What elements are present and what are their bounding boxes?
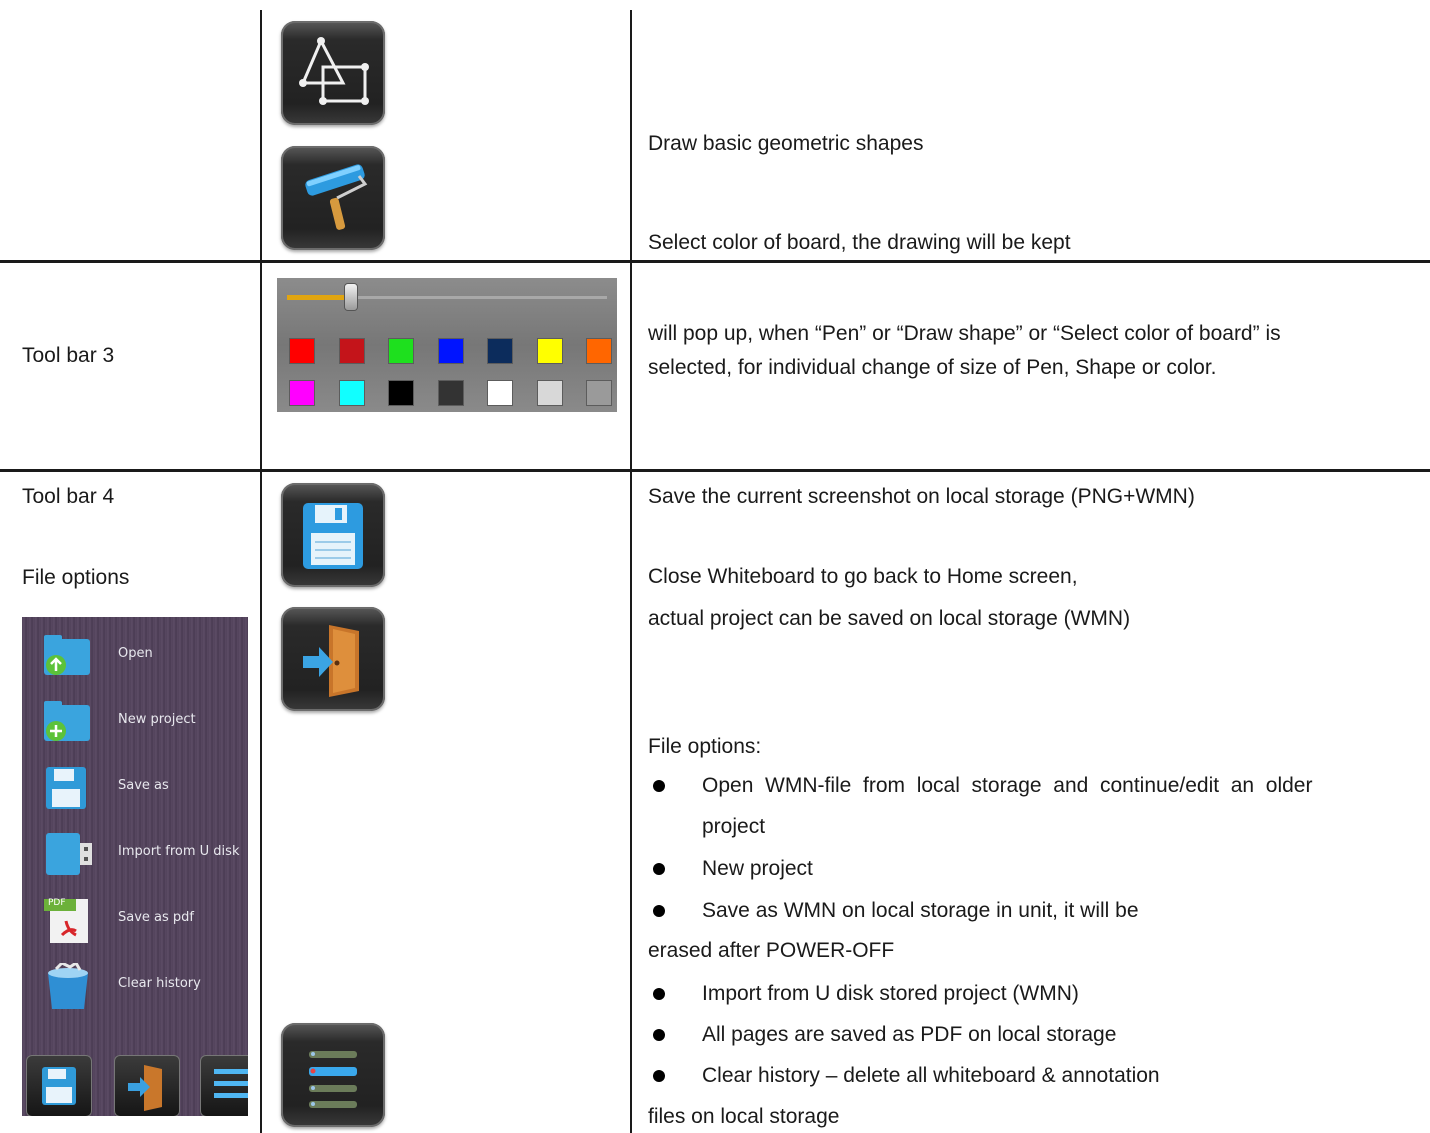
color-swatch[interactable] (437, 338, 464, 364)
bullet-save-as-line1: Save as WMN on local storage in unit, it… (702, 899, 1139, 922)
size-color-palette (277, 278, 617, 412)
color-swatch[interactable] (536, 380, 563, 406)
close-description-line1: Close Whiteboard to go back to Home scre… (648, 565, 1078, 588)
color-swatch[interactable] (586, 338, 612, 364)
color-swatch[interactable] (586, 380, 612, 406)
color-swatch[interactable] (437, 380, 464, 406)
mini-menu-button (200, 1055, 248, 1116)
color-swatch[interactable] (388, 380, 414, 406)
bullet (653, 780, 665, 792)
close-description-line2: actual project can be saved on local sto… (648, 607, 1131, 630)
save-icon[interactable] (281, 483, 385, 587)
file-options-heading: File options: (648, 735, 762, 758)
exit-door-icon[interactable] (281, 607, 385, 711)
pdf-badge: PDF (48, 898, 66, 908)
toolbar-3-description-line1: will pop up, when “Pen” or “Draw shape” … (648, 322, 1281, 345)
usb-drive-icon (46, 833, 92, 875)
size-slider-fill (287, 295, 345, 300)
file-menu-save-as-pdf[interactable]: PDF Save as pdf (42, 897, 242, 945)
file-menu-screenshot: Open New project Save as Import from U d… (22, 617, 248, 1116)
row-divider-2 (0, 469, 1430, 472)
color-swatch[interactable] (388, 338, 414, 364)
trash-bin-icon (48, 963, 88, 1009)
save-description: Save the current screenshot on local sto… (648, 485, 1195, 508)
color-swatch[interactable] (289, 380, 315, 406)
folder-open-icon (44, 635, 90, 675)
toolbar-4-label: Tool bar 4 (22, 485, 115, 508)
file-options-label: File options (22, 566, 130, 589)
bullet (653, 988, 665, 1000)
bullet (653, 863, 665, 875)
bullet (653, 905, 665, 917)
color-swatch[interactable] (487, 338, 513, 364)
floppy-disk-icon (46, 767, 86, 809)
folder-add-icon (44, 701, 90, 741)
board-color-description: Select color of board, the drawing will … (648, 231, 1071, 254)
file-menu-label: Import from U disk (118, 844, 240, 859)
file-menu-label: Open (118, 646, 153, 661)
mini-exit-button (114, 1055, 180, 1116)
row-divider-1 (0, 260, 1430, 263)
file-menu-new-project[interactable]: New project (42, 699, 242, 747)
bullet-save-as-line2: erased after POWER-OFF (648, 939, 895, 962)
toolbar-3-label: Tool bar 3 (22, 344, 115, 367)
bullet-new-project: New project (702, 857, 813, 880)
file-menu-label: Save as pdf (118, 910, 194, 925)
draw-shape-icon[interactable] (281, 21, 385, 125)
shapes-description: Draw basic geometric shapes (648, 132, 924, 155)
bullet-open-line1: Open WMN-file from local storage and con… (702, 774, 1313, 797)
bullet-clear-history-line1: Clear history – delete all whiteboard & … (702, 1064, 1160, 1087)
paint-roller-icon[interactable] (281, 146, 385, 250)
color-swatch[interactable] (487, 380, 513, 406)
file-menu-open[interactable]: Open (42, 633, 242, 681)
file-menu-label: Clear history (118, 976, 201, 991)
color-swatch[interactable] (338, 380, 365, 406)
color-swatch[interactable] (536, 338, 563, 364)
bullet (653, 1029, 665, 1041)
column-divider-2 (630, 10, 632, 1133)
size-slider-thumb[interactable] (344, 284, 357, 310)
mini-save-button (26, 1055, 92, 1116)
toolbar-3-description-line2: selected, for individual change of size … (648, 356, 1217, 379)
bullet-import: Import from U disk stored project (WMN) (702, 982, 1079, 1005)
column-divider-1 (260, 10, 262, 1133)
bullet (653, 1070, 665, 1082)
file-menu-label: Save as (118, 778, 169, 793)
color-swatch[interactable] (338, 338, 365, 364)
bullet-open-line2: project (702, 815, 766, 838)
file-menu-save-as[interactable]: Save as (42, 765, 242, 813)
file-menu-clear-history[interactable]: Clear history (42, 963, 242, 1011)
bullet-clear-history-line2: files on local storage (648, 1105, 840, 1128)
bullet-save-pdf: All pages are saved as PDF on local stor… (702, 1023, 1117, 1046)
file-menu-label: New project (118, 712, 196, 727)
menu-list-icon[interactable] (281, 1023, 385, 1127)
file-menu-import-u-disk[interactable]: Import from U disk (42, 831, 242, 879)
color-swatch[interactable] (289, 338, 315, 364)
